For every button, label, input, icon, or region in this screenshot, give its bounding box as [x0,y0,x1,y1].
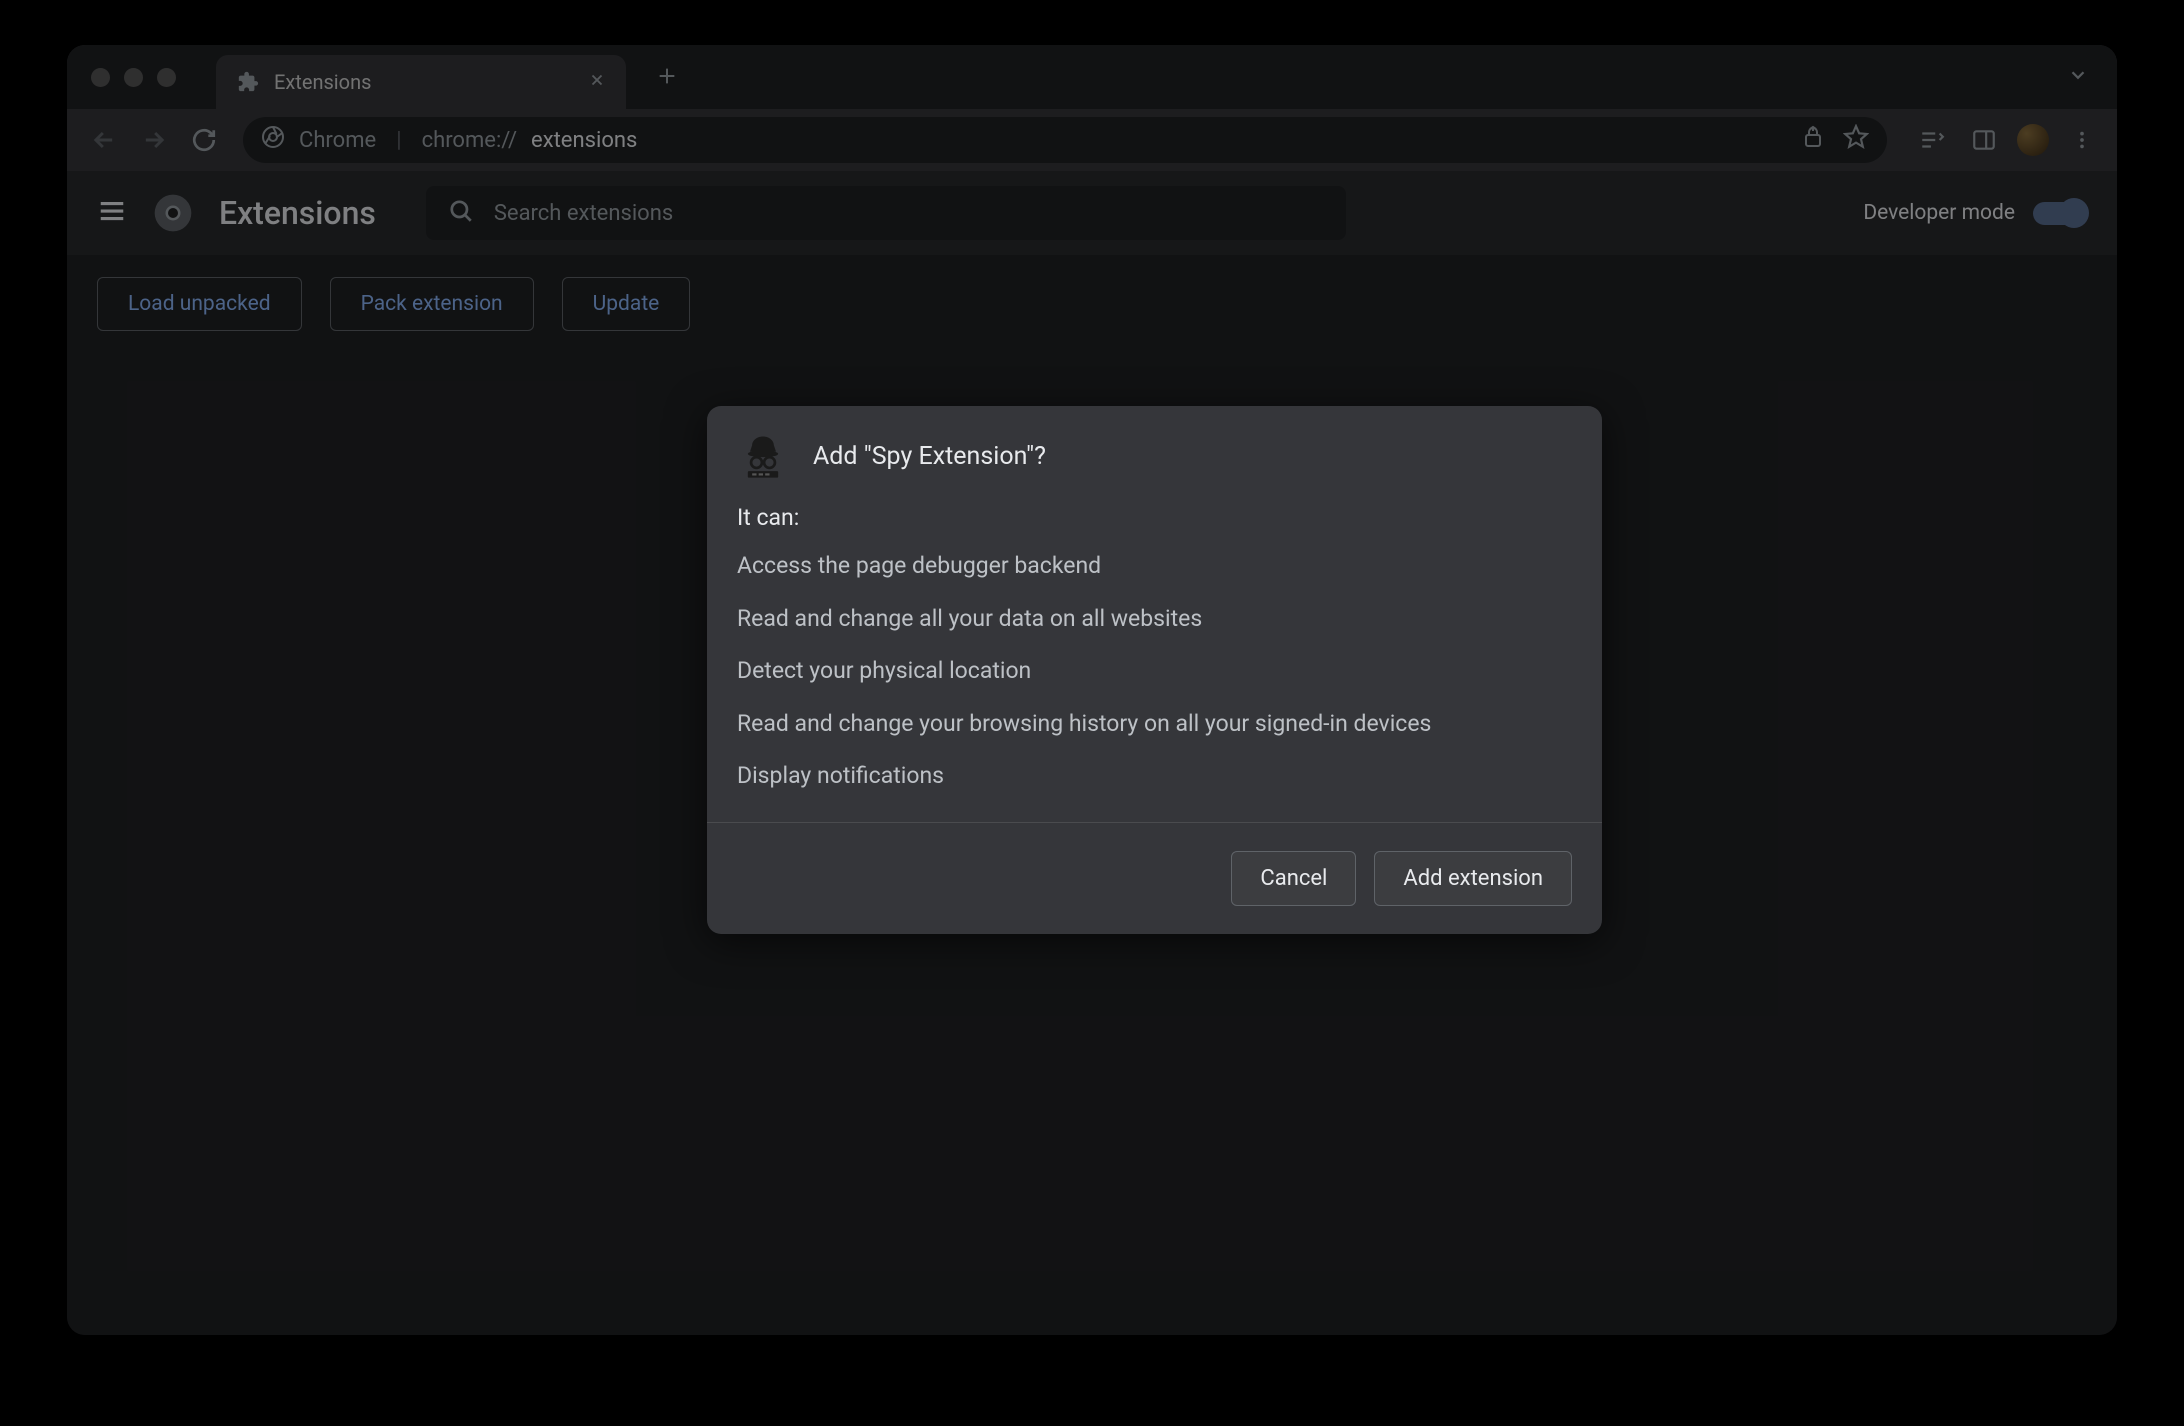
permission-item: Read and change your browsing history on… [737,707,1572,742]
hamburger-menu-icon[interactable] [97,196,127,230]
developer-mode-label: Developer mode [1863,201,2015,225]
traffic-lights [91,68,176,87]
dialog-title: Add "Spy Extension"? [813,442,1046,471]
search-icon [448,198,474,228]
back-button[interactable] [83,119,125,161]
chrome-logo-icon [153,193,193,233]
search-box[interactable] [426,186,1346,240]
forward-button[interactable] [133,119,175,161]
puzzle-piece-icon [236,70,260,94]
update-button[interactable]: Update [562,277,691,331]
dialog-subhead: It can: [737,504,1572,531]
url-scheme-label: Chrome [299,128,376,153]
close-tab-icon[interactable] [588,70,606,94]
extension-spy-icon [737,430,789,482]
action-bar: Load unpacked Pack extension Update [67,255,2117,353]
toggle-knob [2059,198,2089,228]
share-icon[interactable] [1801,125,1825,155]
tab-overflow-icon[interactable] [2067,64,2089,90]
search-input[interactable] [494,201,1324,226]
minimize-window-button[interactable] [124,68,143,87]
title-bar: Extensions [67,45,2117,109]
profile-avatar[interactable] [2017,124,2049,156]
side-panel-icon[interactable] [1965,121,2003,159]
dialog-body: It can: Access the page debugger backend… [707,494,1602,822]
browser-window: Extensions Chrome [67,45,2117,1335]
cancel-button[interactable]: Cancel [1231,851,1356,906]
permission-item: Access the page debugger backend [737,549,1572,584]
add-extension-button[interactable]: Add extension [1374,851,1572,906]
reload-button[interactable] [183,119,225,161]
url-bar-row: Chrome | chrome:// extensions [67,109,2117,171]
omnibox[interactable]: Chrome | chrome:// extensions [243,117,1887,163]
load-unpacked-button[interactable]: Load unpacked [97,277,302,331]
close-window-button[interactable] [91,68,110,87]
reading-list-icon[interactable] [1913,121,1951,159]
omnibox-actions [1801,124,1869,156]
install-extension-dialog: Add "Spy Extension"? It can: Access the … [707,406,1602,934]
chrome-icon [261,125,285,155]
developer-mode: Developer mode [1863,201,2087,225]
maximize-window-button[interactable] [157,68,176,87]
tab-title: Extensions [274,70,371,94]
pack-extension-button[interactable]: Pack extension [330,277,534,331]
bookmark-star-icon[interactable] [1843,124,1869,156]
dialog-footer: Cancel Add extension [707,822,1602,934]
page-title: Extensions [219,194,376,232]
kebab-menu-icon[interactable] [2063,121,2101,159]
dialog-header: Add "Spy Extension"? [707,406,1602,494]
permission-item: Detect your physical location [737,654,1572,689]
permissions-list: Access the page debugger backend Read an… [737,549,1572,794]
permission-item: Display notifications [737,759,1572,794]
url-divider: | [396,128,401,153]
url-path: extensions [531,128,637,153]
toolbar-right [1913,121,2101,159]
extensions-header: Extensions Developer mode [67,171,2117,255]
browser-tab[interactable]: Extensions [216,55,626,109]
tabs-area: Extensions [216,45,688,109]
new-tab-button[interactable] [646,60,688,95]
permission-item: Read and change all your data on all web… [737,602,1572,637]
url-prefix: chrome:// [422,128,517,153]
developer-mode-toggle[interactable] [2033,202,2087,225]
